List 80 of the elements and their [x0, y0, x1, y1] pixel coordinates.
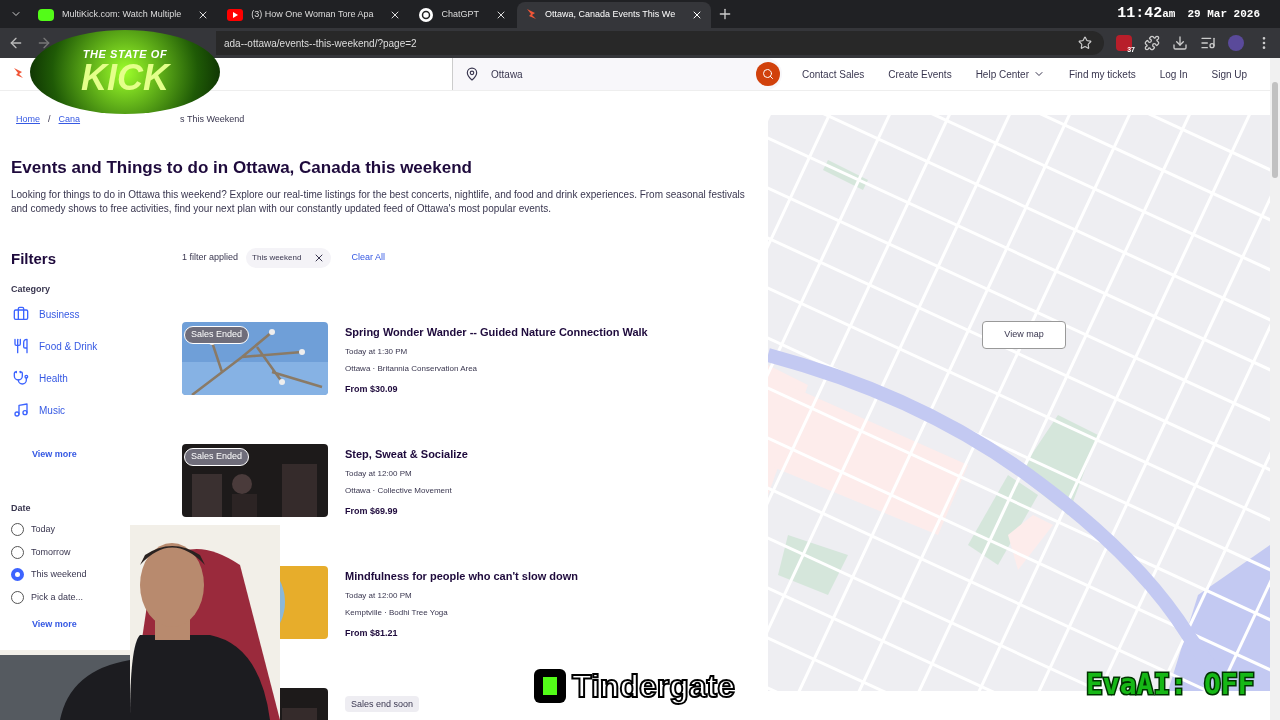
- nav-link[interactable]: Log In: [1159, 66, 1188, 82]
- address-field[interactable]: ada--ottawa/events--this-weekend/?page=2: [216, 31, 1104, 55]
- tab-title: MultiKick.com: Watch Multiple: [62, 8, 182, 22]
- play-icon: [227, 9, 244, 21]
- search-icon: [762, 68, 774, 80]
- nav-link[interactable]: Help Center: [975, 66, 1045, 82]
- breadcrumb-text: s This Weekend: [180, 113, 245, 126]
- overlay-title: Tindergate: [570, 668, 736, 704]
- breadcrumb-link[interactable]: Home: [16, 113, 40, 127]
- date-label: Date: [11, 501, 32, 515]
- utensils-icon: [13, 338, 29, 354]
- site-icon: [38, 9, 54, 21]
- location-field[interactable]: Ottawa: [452, 58, 782, 90]
- event-title[interactable]: Step, Sweat & Socialize: [345, 446, 468, 463]
- breadcrumb-link[interactable]: Cana: [58, 113, 81, 127]
- date-option[interactable]: Pick a date...: [11, 590, 84, 604]
- forward-icon[interactable]: [36, 35, 52, 51]
- event-time: Today at 12:00 PM: [345, 589, 413, 602]
- browser-tab[interactable]: (3) How One Woman Tore Apa: [219, 2, 410, 28]
- radio-button[interactable]: [11, 568, 24, 582]
- kick-logo-icon: [534, 669, 566, 703]
- status-badge: Sales end soon: [345, 696, 420, 712]
- category-label: Category: [11, 282, 51, 296]
- browser-tab[interactable]: ChatGPT: [411, 2, 515, 28]
- filter-count: 1 filter applied: [182, 251, 239, 265]
- event-price: From $69.99: [345, 504, 399, 518]
- tab-title: ChatGPT: [441, 8, 479, 22]
- event-price: From $81.21: [345, 626, 399, 640]
- location-value: Ottawa: [491, 67, 523, 82]
- date-option[interactable]: Today: [11, 523, 56, 537]
- tab-title: Ottawa, Canada Events This We: [544, 8, 676, 22]
- intro-text: Looking for things to do in Ottawa this weekend? Explore our real-time listings for the best concerts, nightlife, and food and drink experiences. From seasonal festivals and comedy shows to free activities, find your next plan with our constantly updated feed of Ottawa's most popular events.: [11, 188, 746, 216]
- bookmark-icon[interactable]: [1078, 36, 1092, 50]
- clock-date: 29 Mar 2026: [1187, 6, 1260, 22]
- nav-link[interactable]: Contact Sales: [802, 66, 865, 82]
- scrollbar[interactable]: [1270, 58, 1280, 720]
- view-map-button[interactable]: View map: [982, 321, 1066, 349]
- back-icon[interactable]: [8, 35, 24, 51]
- event-venue: Kemptville · Bodhi Tree Yoga: [345, 606, 449, 619]
- category-link[interactable]: Music: [13, 402, 182, 418]
- logo-title: KICK: [81, 59, 169, 96]
- breadcrumb-text: /: [48, 113, 51, 126]
- media-icon[interactable]: [1200, 35, 1216, 51]
- filter-chip[interactable]: This weekend: [246, 248, 332, 268]
- status-badge: Sales Ended: [184, 326, 250, 344]
- filters-heading: Filters: [11, 249, 57, 269]
- tab-title: (3) How One Woman Tore Apa: [251, 8, 374, 22]
- category-link[interactable]: Health: [13, 370, 182, 386]
- event-title[interactable]: Mindfulness for people who can't slow down: [345, 568, 578, 585]
- status-overlay: EvaAI: OFF: [1086, 667, 1255, 703]
- event-title[interactable]: Spring Wonder Wander -- Guided Nature Connection Walk: [345, 324, 648, 341]
- logo-subtitle: THE STATE OF: [82, 48, 168, 60]
- url-text: ada--ottawa/events--this-weekend/?page=2: [224, 36, 418, 51]
- download-icon[interactable]: [1172, 35, 1188, 51]
- event-venue: Ottawa · Collective Movement: [345, 484, 453, 497]
- nav-link[interactable]: Sign Up: [1211, 66, 1248, 82]
- status-badge: Sales Ended: [184, 448, 250, 466]
- clock-time: 11:42am: [1117, 3, 1176, 24]
- view-more-link[interactable]: View more: [32, 448, 77, 462]
- stethoscope-icon: [13, 370, 29, 386]
- extensions-icon[interactable]: [1144, 35, 1160, 51]
- browser-tab[interactable]: MultiKick.com: Watch Multiple: [30, 2, 218, 28]
- clear-all-link[interactable]: Clear All: [351, 251, 385, 265]
- event-time: Today at 12:00 PM: [345, 467, 413, 480]
- nav-link[interactable]: Create Events: [888, 66, 952, 82]
- briefcase-icon: [13, 306, 29, 322]
- search-button[interactable]: [756, 62, 780, 86]
- event-price: From $30.09: [345, 382, 399, 396]
- event-time: Today at 1:30 PM: [345, 345, 409, 358]
- music-icon: [13, 402, 29, 418]
- view-more-link[interactable]: View more: [32, 618, 77, 632]
- category-link[interactable]: Food & Drink: [13, 338, 182, 354]
- date-option[interactable]: Tomorrow: [11, 545, 71, 559]
- browser-tab[interactable]: Ottawa, Canada Events This We: [516, 2, 712, 28]
- category-link[interactable]: Business: [13, 306, 182, 322]
- event-venue: Ottawa · Britannia Conservation Area: [345, 362, 479, 375]
- pin-icon: [465, 67, 479, 81]
- page-title: Events and Things to do in Ottawa, Canada this weekend: [11, 156, 473, 179]
- date-option[interactable]: This weekend: [11, 568, 87, 582]
- nav-link[interactable]: Find my tickets: [1069, 66, 1136, 82]
